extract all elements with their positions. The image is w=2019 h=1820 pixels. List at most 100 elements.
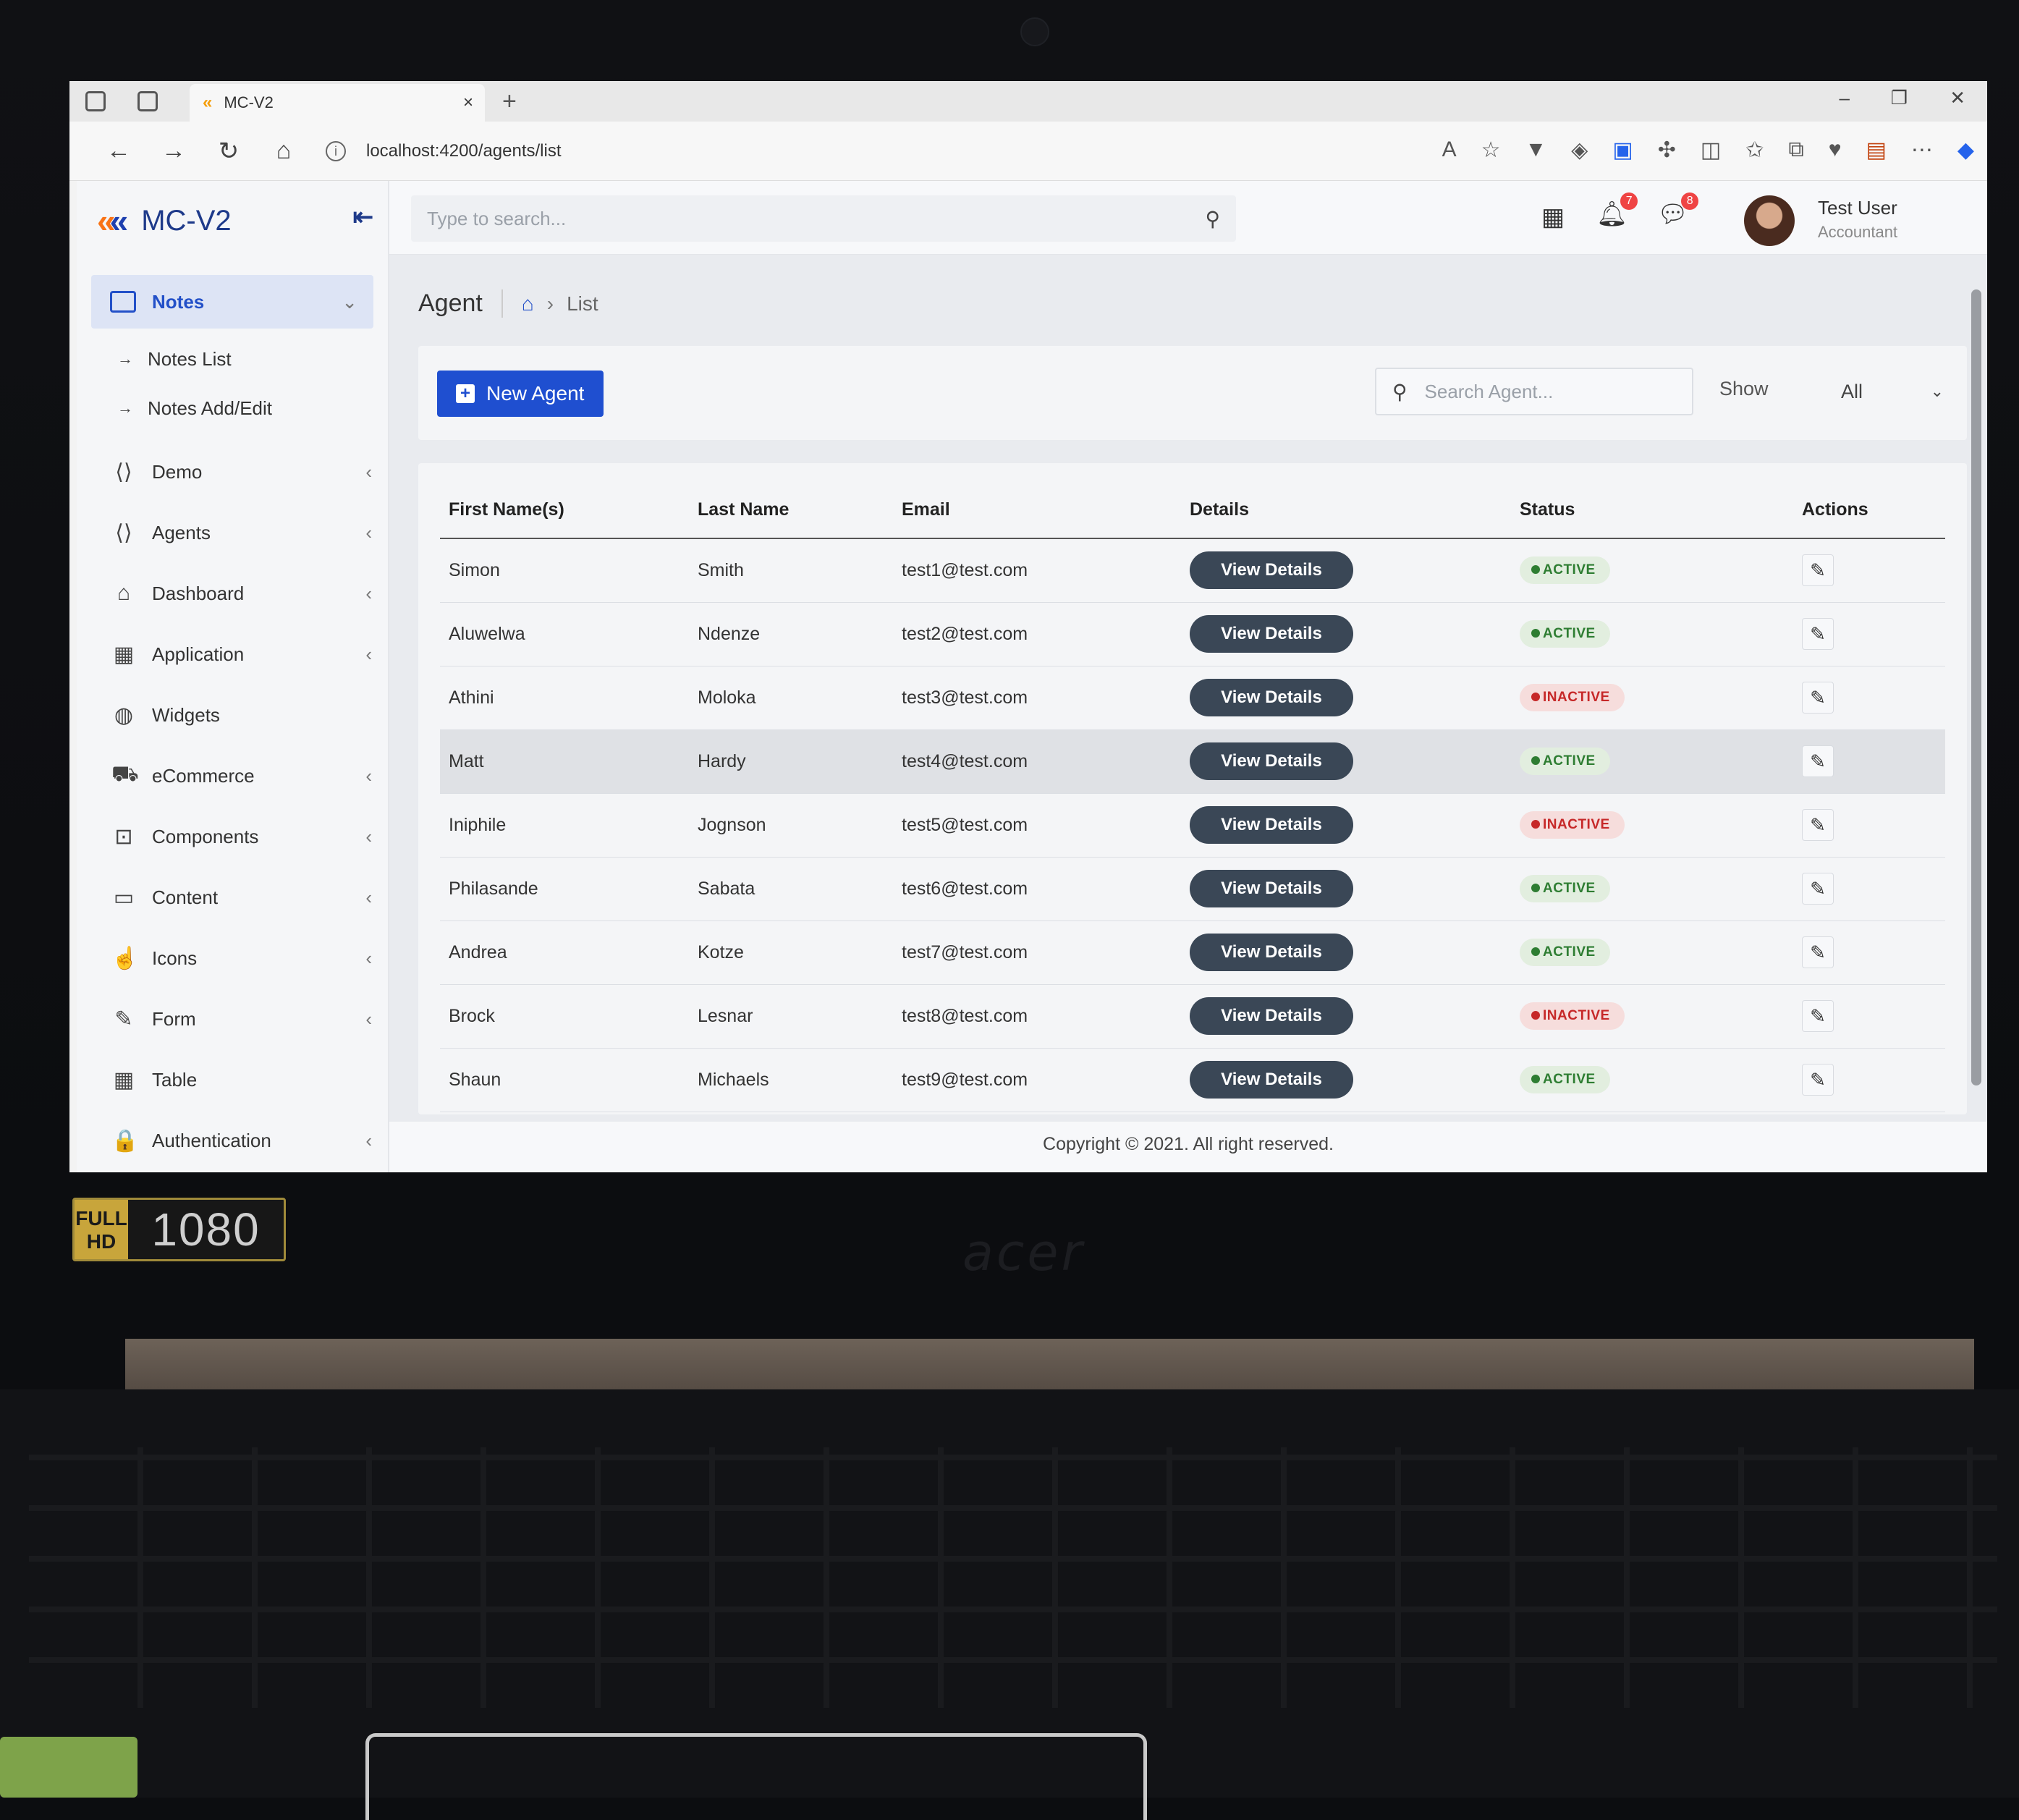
tab-actions-icon[interactable] <box>137 91 158 111</box>
new-tab-button[interactable]: + <box>502 88 517 116</box>
sidebar-nav-list: ⟨⟩ Demo ‹ ⟨⟩ Agents ‹ ⌂ Dashboard ‹ ▦ Application ‹… <box>77 441 388 1171</box>
sidebar-item-label: Components <box>152 825 259 847</box>
tab-close-icon[interactable]: × <box>463 93 473 113</box>
sidebar-item-notes[interactable]: Notes ⌄ <box>91 275 373 329</box>
column-header-status[interactable]: Status <box>1511 482 1793 539</box>
sidebar-item-table[interactable]: ▦ Table <box>77 1049 388 1110</box>
status-badge: ACTIVE <box>1520 939 1610 966</box>
view-details-button[interactable]: View Details <box>1190 742 1353 780</box>
edit-icon[interactable]: ✎ <box>1802 809 1834 841</box>
sidebar-item-icons[interactable]: ☝ Icons ‹ <box>77 928 388 989</box>
home-icon: ⌂ <box>117 581 131 605</box>
split-screen-icon[interactable]: ◫ <box>1701 137 1721 163</box>
sidebar-subitem-notes-add-edit[interactable]: → Notes Add/Edit <box>77 384 388 433</box>
extension-icon[interactable]: ◈ <box>1571 137 1588 163</box>
sidebar-item-label: Widgets <box>152 703 220 726</box>
view-details-button[interactable]: View Details <box>1190 679 1353 716</box>
favorite-star-icon[interactable]: ☆ <box>1481 137 1501 163</box>
browser-tab[interactable]: « MC-V2 × <box>190 84 485 122</box>
resolution-label: 1080 <box>151 1203 261 1256</box>
edit-icon[interactable]: ✎ <box>1802 554 1834 587</box>
table-row: Shaun Michaels test9@test.com View Details A… <box>440 1048 1945 1112</box>
edit-icon[interactable]: ✎ <box>1802 936 1834 968</box>
global-search-input[interactable]: Type to search... ⚲ <box>411 195 1236 242</box>
more-menu-icon[interactable]: ⋯ <box>1911 137 1933 163</box>
close-window-icon[interactable]: ✕ <box>1950 87 1965 109</box>
health-icon[interactable]: ♥ <box>1829 137 1842 163</box>
table-icon: ▦ <box>113 1067 135 1092</box>
extensions-puzzle-icon[interactable]: ✣ <box>1658 137 1676 163</box>
restore-icon[interactable]: ❐ <box>1891 87 1908 109</box>
view-details-button[interactable]: View Details <box>1190 551 1353 590</box>
edit-icon[interactable]: ✎ <box>1802 1064 1834 1096</box>
reload-button[interactable]: ↻ <box>201 137 256 166</box>
extension-icon[interactable]: ▤ <box>1866 137 1887 163</box>
home-icon[interactable]: ⌂ <box>522 292 534 316</box>
cell-email: test9@test.com <box>893 1048 1181 1112</box>
read-aloud-icon[interactable]: A <box>1442 137 1457 163</box>
copilot-icon[interactable]: ◆ <box>1957 137 1974 163</box>
messages-icon[interactable]: 💬︎ 8 <box>1657 192 1699 229</box>
search-icon: ⚲ <box>1205 207 1220 230</box>
view-details-button[interactable]: View Details <box>1190 806 1353 844</box>
sidebar-item-content[interactable]: ▭ Content ‹ <box>77 867 388 928</box>
forward-button[interactable]: → <box>146 137 201 165</box>
edit-icon[interactable]: ✎ <box>1802 1000 1834 1032</box>
status-dot <box>1531 756 1540 765</box>
new-agent-button[interactable]: + New Agent <box>437 371 604 417</box>
status-dot <box>1531 884 1540 892</box>
lock-icon: 🔒 <box>111 1128 139 1153</box>
collections-icon[interactable]: ⧉ <box>1788 137 1803 163</box>
view-details-button[interactable]: View Details <box>1190 1061 1353 1099</box>
column-header-email[interactable]: Email <box>893 482 1181 539</box>
extension-icon[interactable]: ▼ <box>1525 137 1547 163</box>
status-badge: ACTIVE <box>1520 556 1610 585</box>
chevron-left-icon: ‹ <box>365 643 372 665</box>
user-name[interactable]: Test User <box>1818 197 1897 219</box>
agent-search-input[interactable]: ⚲ Search Agent... <box>1375 368 1693 415</box>
table-row: Aluwelwa Ndenze test2@test.com View Details… <box>440 602 1945 666</box>
edit-icon[interactable]: ✎ <box>1802 873 1834 905</box>
cell-actions: ✎ <box>1793 920 1945 985</box>
sidebar-item-dashboard[interactable]: ⌂ Dashboard ‹ <box>77 563 388 624</box>
site-info-icon[interactable]: i <box>326 140 346 161</box>
sidebar: «« MC-V2 ⇤ Notes ⌄ → Notes List → Notes … <box>77 181 389 1172</box>
notification-count-badge: 7 <box>1620 192 1638 210</box>
extension-icon[interactable]: ▣ <box>1612 137 1633 163</box>
view-details-button[interactable]: View Details <box>1190 934 1353 971</box>
collapse-left-icon[interactable]: ⇤ <box>353 203 374 232</box>
avatar[interactable] <box>1744 195 1795 246</box>
back-button[interactable]: ← <box>91 137 146 165</box>
workspaces-icon[interactable] <box>85 91 106 111</box>
status-dot <box>1531 947 1540 956</box>
column-header-first-name[interactable]: First Name(s) <box>440 482 689 539</box>
home-button[interactable]: ⌂ <box>256 137 311 165</box>
edit-icon[interactable]: ✎ <box>1802 745 1834 777</box>
sidebar-item-demo[interactable]: ⟨⟩ Demo ‹ <box>77 441 388 502</box>
url-field[interactable]: i localhost:4200/agents/list <box>326 132 1469 171</box>
view-details-button[interactable]: View Details <box>1190 615 1353 653</box>
edit-icon[interactable]: ✎ <box>1802 618 1834 650</box>
sidebar-item-ecommerce[interactable]: ⛟ eCommerce ‹ <box>77 745 388 806</box>
page-scrollbar[interactable] <box>1971 289 1981 1085</box>
sidebar-item-form[interactable]: ✎ Form ‹ <box>77 989 388 1049</box>
sidebar-item-application[interactable]: ▦ Application ‹ <box>77 624 388 685</box>
sidebar-item-authentication[interactable]: 🔒 Authentication ‹ <box>77 1110 388 1171</box>
view-details-button[interactable]: View Details <box>1190 997 1353 1035</box>
show-select[interactable]: All ⌄ <box>1815 368 1952 415</box>
cell-first-name: Brock <box>440 984 689 1049</box>
sidebar-item-components[interactable]: ⊡ Components ‹ <box>77 806 388 867</box>
sidebar-item-widgets[interactable]: ◍ Widgets <box>77 685 388 745</box>
edit-icon[interactable]: ✎ <box>1802 682 1834 714</box>
chevron-left-icon: ‹ <box>365 764 372 787</box>
sidebar-subitem-notes-list[interactable]: → Notes List <box>77 334 388 384</box>
status-dot <box>1531 565 1540 575</box>
column-header-last-name[interactable]: Last Name <box>689 482 893 539</box>
cell-last-name: Hardy <box>689 729 893 794</box>
sidebar-item-agents[interactable]: ⟨⟩ Agents ‹ <box>77 502 388 563</box>
favorites-icon[interactable]: ✩ <box>1745 137 1764 163</box>
apps-grid-icon[interactable]: ▦ <box>1541 203 1565 232</box>
notifications-bell-icon[interactable]: 🔔︎ 7 <box>1596 192 1638 229</box>
minimize-icon[interactable]: – <box>1840 87 1850 109</box>
view-details-button[interactable]: View Details <box>1190 870 1353 907</box>
